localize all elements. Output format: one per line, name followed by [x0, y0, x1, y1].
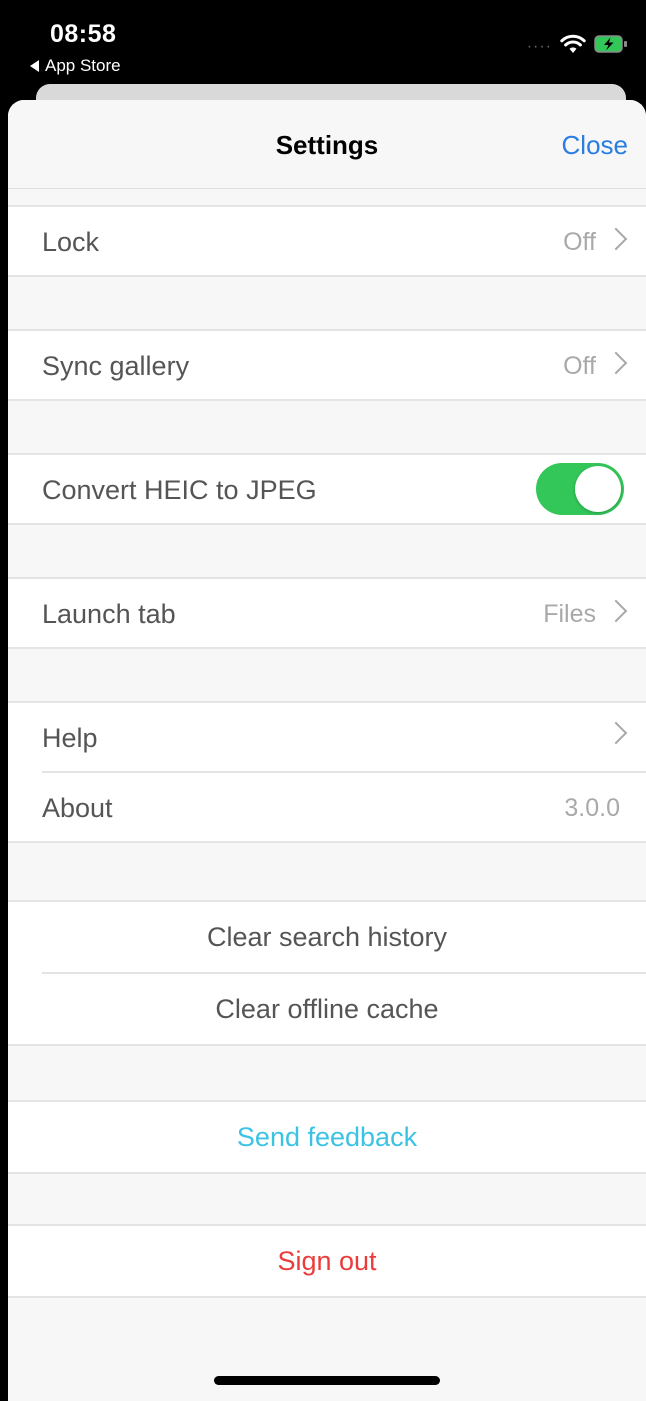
sync-gallery-label: Sync gallery	[42, 351, 190, 381]
clear-search-history-button[interactable]: Clear search history	[8, 902, 646, 972]
chevron-right-icon	[604, 721, 628, 745]
help-about-group: Help About 3.0.0	[8, 701, 646, 843]
about-label: About	[42, 793, 113, 823]
cellular-signal-icon: ····	[526, 37, 552, 55]
back-to-app-link[interactable]: App Store	[30, 56, 121, 76]
clear-data-group: Clear search history Clear offline cache	[8, 900, 646, 1046]
lock-label: Lock	[42, 227, 100, 257]
nav-bar: Settings Close	[8, 100, 646, 189]
wifi-icon	[560, 34, 586, 59]
convert-heic-label: Convert HEIC to JPEG	[42, 475, 317, 505]
close-button[interactable]: Close	[562, 130, 628, 161]
help-row[interactable]: Help	[8, 703, 646, 771]
launch-tab-row[interactable]: Launch tab Files	[8, 579, 646, 647]
app-version: 3.0.0	[564, 794, 620, 822]
sync-gallery-group: Sync gallery Off	[8, 329, 646, 401]
send-feedback-label: Send feedback	[236, 1122, 418, 1152]
lock-row[interactable]: Lock Off	[8, 207, 646, 275]
back-triangle-icon	[30, 60, 39, 72]
status-bar: 08:58 App Store ····	[0, 0, 646, 90]
clear-search-history-label: Clear search history	[206, 922, 448, 952]
about-row: About 3.0.0	[8, 773, 646, 841]
home-indicator	[214, 1376, 440, 1385]
launch-tab-value: Files	[543, 600, 596, 628]
launch-tab-label: Launch tab	[42, 599, 176, 629]
chevron-right-icon	[604, 351, 628, 375]
sign-out-group: Sign out	[8, 1224, 646, 1298]
feedback-group: Send feedback	[8, 1100, 646, 1174]
clear-offline-cache-label: Clear offline cache	[215, 994, 439, 1024]
lock-value: Off	[563, 228, 596, 256]
sync-gallery-row[interactable]: Sync gallery Off	[8, 331, 646, 399]
battery-charging-icon	[594, 34, 628, 59]
help-label: Help	[42, 723, 98, 753]
sign-out-button[interactable]: Sign out	[8, 1226, 646, 1296]
status-icons: ····	[527, 34, 628, 59]
convert-heic-row: Convert HEIC to JPEG	[8, 455, 646, 523]
lock-group: Lock Off	[8, 205, 646, 277]
page-title: Settings	[275, 130, 379, 160]
chevron-right-icon	[604, 227, 628, 251]
back-app-label: App Store	[45, 56, 121, 75]
launch-tab-group: Launch tab Files	[8, 577, 646, 649]
convert-heic-toggle[interactable]	[536, 463, 624, 515]
status-time: 08:58	[50, 20, 117, 48]
clear-offline-cache-button[interactable]: Clear offline cache	[8, 974, 646, 1044]
chevron-right-icon	[604, 599, 628, 623]
settings-sheet: Settings Close Lock Off Sync gallery Off…	[8, 100, 646, 1401]
sync-gallery-value: Off	[563, 352, 596, 380]
toggle-knob	[575, 466, 621, 512]
convert-heic-group: Convert HEIC to JPEG	[8, 453, 646, 525]
sign-out-label: Sign out	[277, 1246, 377, 1276]
send-feedback-button[interactable]: Send feedback	[8, 1102, 646, 1172]
